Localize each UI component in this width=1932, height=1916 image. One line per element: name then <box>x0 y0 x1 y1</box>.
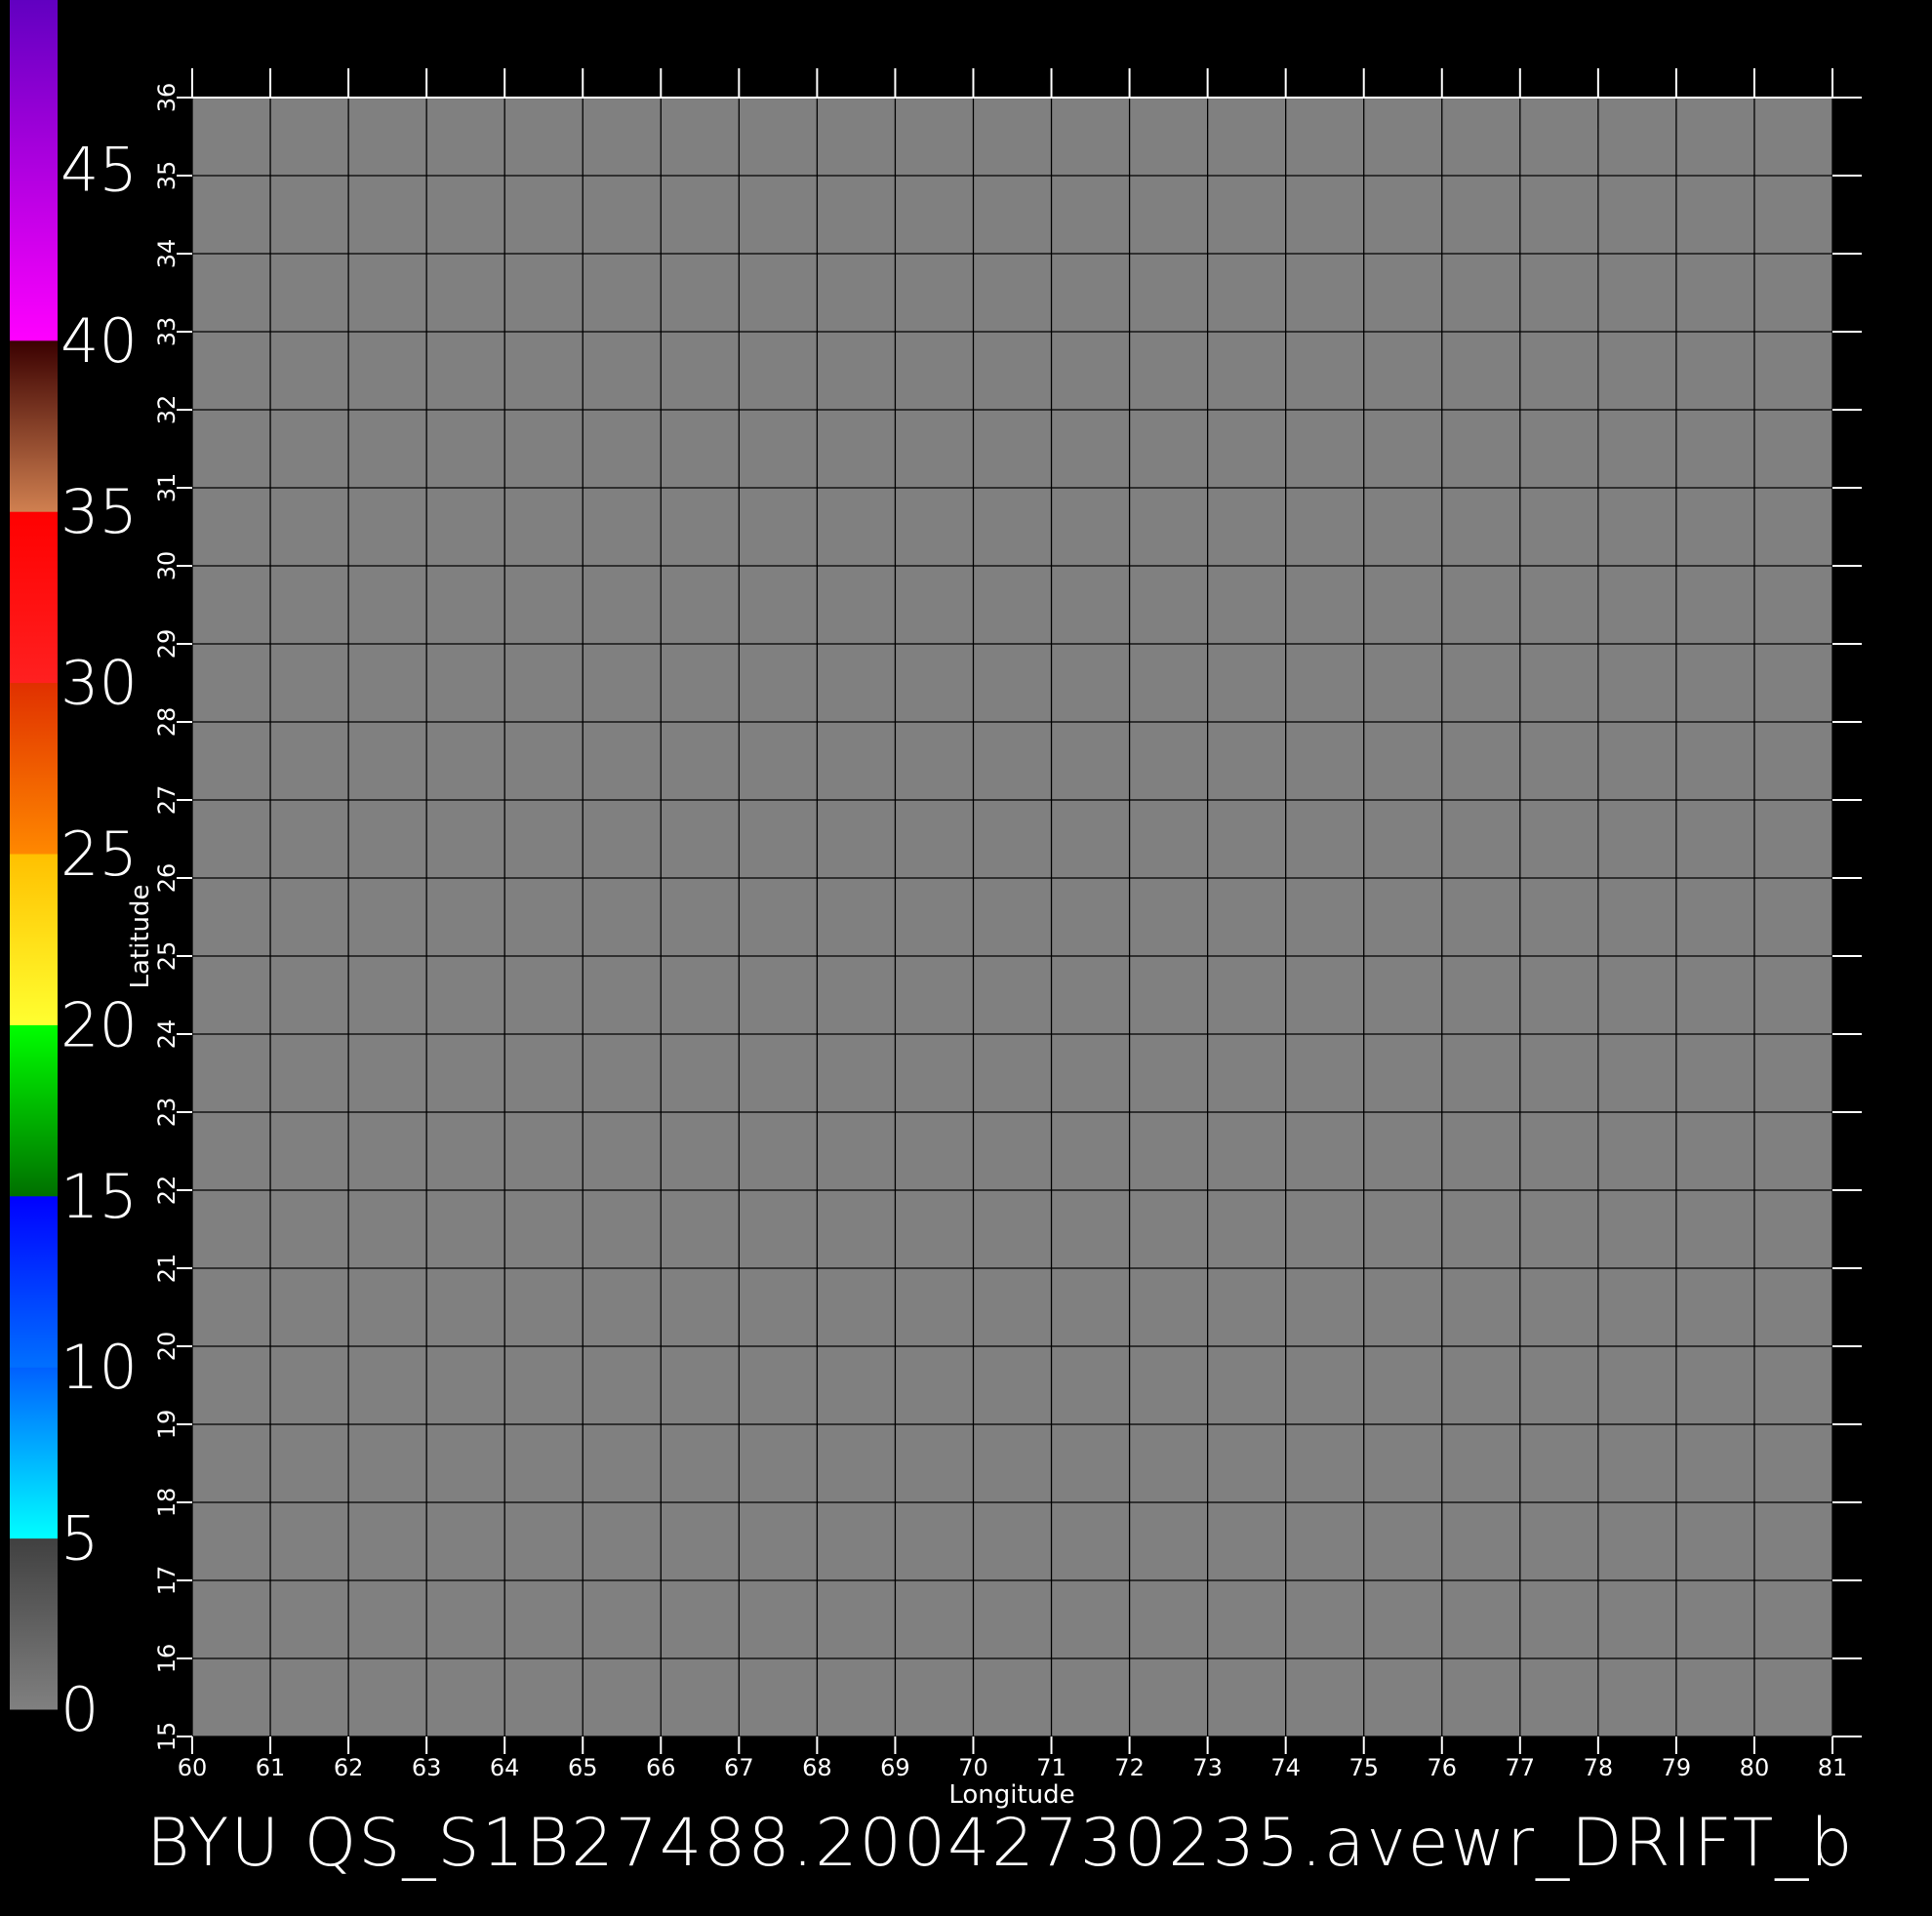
chart-svg: 0 5 10 15 20 25 30 35 40 45 60 61 62 63 64 65 66 67 68 69 7… <box>10 0 1862 1882</box>
colorbar-label: 30 <box>60 648 138 719</box>
y-tick-label: 31 <box>153 473 181 503</box>
y-tick-label: 20 <box>153 1332 181 1362</box>
x-tick-label: 81 <box>1818 1754 1848 1781</box>
y-tick-label: 17 <box>153 1566 181 1596</box>
x-tick-label: 66 <box>646 1754 676 1781</box>
x-tick-label: 72 <box>1114 1754 1145 1781</box>
x-tick-label: 64 <box>490 1754 520 1781</box>
y-tick-label: 18 <box>153 1488 181 1518</box>
x-tick-label: 80 <box>1740 1754 1770 1781</box>
colorbar-segment <box>10 1195 58 1368</box>
x-tick-label: 74 <box>1270 1754 1301 1781</box>
colorbar-label: 40 <box>60 305 138 377</box>
y-tick-label: 34 <box>153 239 181 269</box>
colorbar-label: 25 <box>60 818 138 890</box>
y-tick-label: 35 <box>153 161 181 191</box>
chart-title: BYU QS_S1B27488.20042730235.avewr_DRIFT_… <box>146 1805 1854 1882</box>
y-tick-label: 28 <box>153 707 181 738</box>
x-tick-label: 70 <box>958 1754 988 1781</box>
colorbar-label: 45 <box>60 134 138 205</box>
x-tick-label: 63 <box>412 1754 442 1781</box>
y-tick-label: 24 <box>153 1019 181 1050</box>
x-tick-label: 71 <box>1036 1754 1067 1781</box>
colorbar-segment <box>10 854 58 1025</box>
x-tick-label: 62 <box>334 1754 364 1781</box>
colorbar-label: 0 <box>60 1674 99 1745</box>
plot-area: 60 61 62 63 64 65 66 67 68 69 70 71 72 73 74 75 76 77 78 79… <box>153 68 1862 1781</box>
x-tick-label: 73 <box>1192 1754 1223 1781</box>
y-tick-label: 15 <box>153 1722 181 1752</box>
y-tick-label: 19 <box>153 1410 181 1440</box>
y-tick-label: 16 <box>153 1644 181 1674</box>
y-tick-label: 23 <box>153 1098 181 1128</box>
x-tick-label: 68 <box>802 1754 832 1781</box>
colorbar-segment <box>10 339 58 512</box>
y-tick-label: 25 <box>153 941 181 972</box>
colorbar-segment <box>10 1367 58 1539</box>
colorbar-segment <box>10 1537 58 1710</box>
x-tick-label: 61 <box>256 1754 286 1781</box>
colorbar-segment <box>10 0 58 341</box>
colorbar-label: 10 <box>60 1332 138 1403</box>
colorbar: 0 5 10 15 20 25 30 35 40 45 <box>10 0 138 1745</box>
colorbar-label: 5 <box>60 1503 99 1575</box>
colorbar-label: 35 <box>60 476 138 547</box>
x-tick-label: 67 <box>724 1754 754 1781</box>
colorbar-segment <box>10 511 58 684</box>
y-tick-label: 30 <box>153 551 181 581</box>
y-tick-label: 21 <box>153 1254 181 1284</box>
chart-stage: 0 5 10 15 20 25 30 35 40 45 60 61 62 63 64 65 66 67 68 69 7… <box>0 0 1932 1912</box>
x-tick-label: 76 <box>1427 1754 1457 1781</box>
y-axis-title: Latitude <box>126 884 155 988</box>
y-tick-label: 26 <box>153 863 181 894</box>
y-tick-label: 36 <box>153 83 181 113</box>
y-tick-label: 29 <box>153 629 181 659</box>
x-tick-label: 78 <box>1584 1754 1614 1781</box>
colorbar-label: 15 <box>60 1161 138 1232</box>
colorbar-label: 20 <box>60 989 138 1060</box>
y-tick-label: 22 <box>153 1176 181 1206</box>
x-tick-label: 60 <box>178 1754 208 1781</box>
y-tick-label: 33 <box>153 317 181 347</box>
x-tick-label: 79 <box>1662 1754 1692 1781</box>
y-tick-label: 32 <box>153 395 181 425</box>
x-tick-label: 65 <box>568 1754 598 1781</box>
x-tick-label: 77 <box>1506 1754 1536 1781</box>
x-tick-label: 75 <box>1348 1754 1379 1781</box>
colorbar-segment <box>10 682 58 855</box>
x-tick-label: 69 <box>880 1754 910 1781</box>
colorbar-segment <box>10 1024 58 1197</box>
y-tick-label: 27 <box>153 785 181 816</box>
data-field <box>192 98 1832 1736</box>
